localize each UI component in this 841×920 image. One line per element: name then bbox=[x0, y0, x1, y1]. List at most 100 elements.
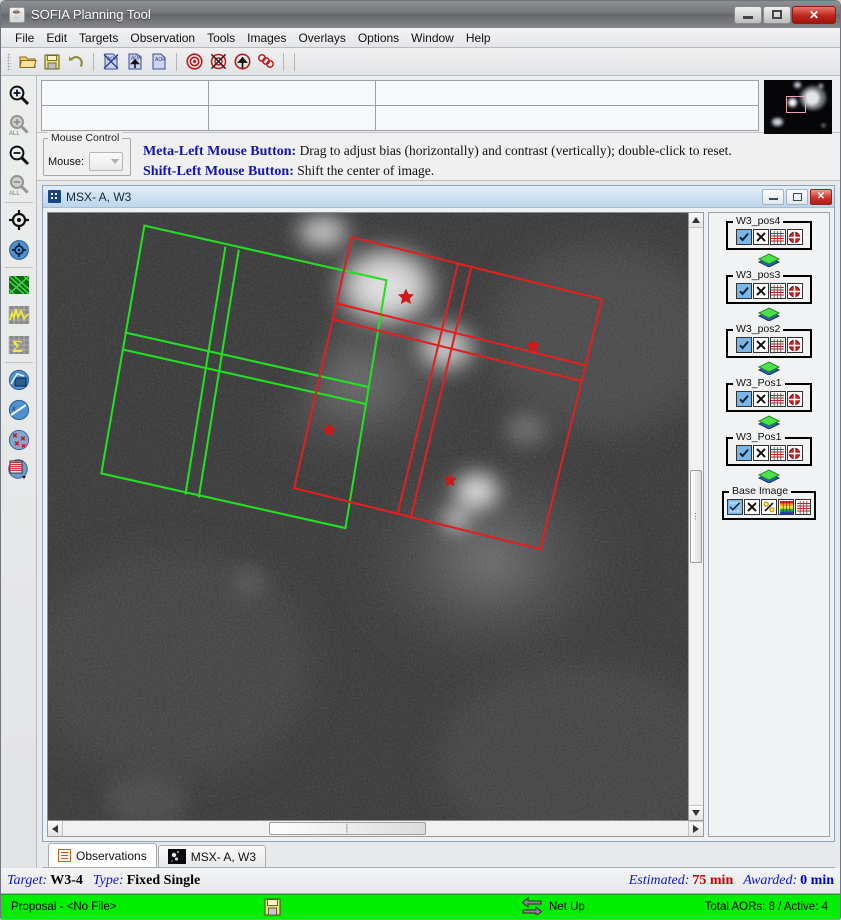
target-crosshair-icon[interactable] bbox=[786, 283, 803, 299]
layer-group-w3-pos4[interactable]: W3_pos4 bbox=[726, 215, 812, 250]
table-grid-icon[interactable] bbox=[769, 445, 786, 461]
new-aor-icon[interactable]: AOR bbox=[148, 51, 170, 73]
checkbox-checked-icon[interactable] bbox=[735, 337, 752, 353]
checkbox-checked-icon[interactable] bbox=[735, 229, 752, 245]
save-disk-icon[interactable] bbox=[264, 898, 281, 919]
save-disk-icon[interactable] bbox=[41, 51, 63, 73]
menu-targets[interactable]: Targets bbox=[73, 30, 124, 46]
menu-images[interactable]: Images bbox=[241, 30, 292, 46]
layer-group-w3-pos1-b[interactable]: W3_Pos1 bbox=[726, 431, 812, 466]
maximize-icon bbox=[772, 10, 782, 19]
internal-window-title: MSX- A, W3 bbox=[66, 189, 132, 204]
image-navigator-thumbnail[interactable] bbox=[764, 80, 832, 134]
checkbox-checked-icon[interactable] bbox=[735, 283, 752, 299]
layer-label: W3_Pos1 bbox=[733, 431, 785, 443]
target-crosshair-icon[interactable] bbox=[786, 445, 803, 461]
table-grid-icon[interactable] bbox=[795, 499, 811, 515]
vertical-scroll-track[interactable]: ⋮ bbox=[689, 228, 703, 805]
tab-msx-a-w3[interactable]: MSX- A, W3 bbox=[157, 845, 267, 867]
delete-target-icon[interactable] bbox=[207, 51, 229, 73]
grid-overlay-icon[interactable] bbox=[4, 270, 34, 300]
sky-image-canvas[interactable] bbox=[47, 212, 688, 821]
upload-aor-icon[interactable]: AOR bbox=[124, 51, 146, 73]
viewer-vertical-scrollbar[interactable]: ⋮ bbox=[688, 212, 704, 821]
internal-close-button[interactable]: ✕ bbox=[810, 188, 832, 205]
menu-window[interactable]: Window bbox=[405, 30, 460, 46]
zoom-in-icon[interactable] bbox=[4, 80, 34, 110]
menu-options[interactable]: Options bbox=[352, 30, 405, 46]
layer-group-w3-pos2[interactable]: W3_pos2 bbox=[726, 323, 812, 358]
table-grid-icon[interactable] bbox=[769, 229, 786, 245]
close-x-icon[interactable] bbox=[752, 391, 769, 407]
crosshair-center-icon[interactable] bbox=[4, 205, 34, 235]
mouse-mode-select[interactable] bbox=[89, 152, 124, 171]
horizontal-scroll-track[interactable]: ┆ bbox=[63, 821, 688, 836]
zoom-in-all-icon[interactable]: ALL bbox=[4, 110, 34, 140]
layers-list-icon[interactable] bbox=[4, 455, 34, 485]
checkbox-dotted-icon[interactable] bbox=[727, 499, 743, 515]
target-bullseye-icon[interactable] bbox=[183, 51, 205, 73]
close-x-icon[interactable] bbox=[752, 283, 769, 299]
scroll-up-arrow-icon[interactable] bbox=[689, 213, 703, 228]
tab-observations[interactable]: Observations bbox=[48, 843, 157, 867]
toolbar-separator bbox=[294, 52, 295, 71]
svg-text:Σ: Σ bbox=[12, 337, 23, 356]
layer-group-w3-pos1-a[interactable]: W3_Pos1 bbox=[726, 377, 812, 412]
link-chain-icon[interactable] bbox=[255, 51, 277, 73]
delete-aor-icon[interactable]: AOR bbox=[100, 51, 122, 73]
info-cell bbox=[41, 80, 209, 106]
proposal-status: Proposal - <No File> bbox=[11, 901, 117, 913]
checkbox-checked-icon[interactable] bbox=[735, 445, 752, 461]
table-grid-icon[interactable] bbox=[769, 337, 786, 353]
vertical-scroll-thumb[interactable]: ⋮ bbox=[690, 470, 702, 563]
percent-scale-icon[interactable] bbox=[761, 499, 777, 515]
close-x-icon[interactable] bbox=[752, 445, 769, 461]
scroll-left-arrow-icon[interactable] bbox=[48, 821, 63, 836]
internal-minimize-button[interactable] bbox=[762, 188, 784, 205]
upload-target-icon[interactable] bbox=[231, 51, 253, 73]
target-crosshair-icon[interactable] bbox=[786, 229, 803, 245]
open-folder-icon[interactable] bbox=[17, 51, 39, 73]
maximize-button[interactable] bbox=[763, 5, 791, 24]
scroll-right-arrow-icon[interactable] bbox=[688, 821, 703, 836]
menu-tools[interactable]: Tools bbox=[201, 30, 241, 46]
sky-image-svg bbox=[48, 213, 688, 820]
recenter-target-icon[interactable] bbox=[4, 235, 34, 265]
table-grid-icon[interactable] bbox=[769, 391, 786, 407]
plot-profile-icon[interactable] bbox=[4, 300, 34, 330]
zoom-out-all-icon[interactable]: ALL bbox=[4, 170, 34, 200]
menu-file[interactable]: File bbox=[9, 30, 40, 46]
cut-line-icon[interactable]: x bbox=[4, 395, 34, 425]
zoom-out-icon[interactable] bbox=[4, 140, 34, 170]
checkbox-checked-icon[interactable] bbox=[735, 391, 752, 407]
menu-help[interactable]: Help bbox=[460, 30, 497, 46]
close-button[interactable]: ✕ bbox=[792, 5, 836, 24]
color-table-icon[interactable] bbox=[778, 499, 794, 515]
application-window: ☕ SOFIA Planning Tool ✕ File Edit Target… bbox=[0, 0, 841, 920]
menu-observation[interactable]: Observation bbox=[124, 30, 201, 46]
region-select-icon[interactable] bbox=[4, 365, 34, 395]
target-crosshair-icon[interactable] bbox=[786, 337, 803, 353]
close-x-icon[interactable] bbox=[744, 499, 760, 515]
statistics-sigma-icon[interactable]: Σ bbox=[4, 330, 34, 360]
image-window-icon bbox=[48, 190, 61, 203]
toolbar-separator bbox=[176, 52, 177, 71]
minimize-button[interactable] bbox=[734, 5, 762, 24]
close-x-icon[interactable] bbox=[752, 229, 769, 245]
undo-arrow-icon[interactable] bbox=[65, 51, 87, 73]
menu-overlays[interactable]: Overlays bbox=[292, 30, 351, 46]
catalog-stars-icon[interactable]: ✖ ✖ ✖ ✖ bbox=[4, 425, 34, 455]
layer-group-base-image[interactable]: Base Image bbox=[722, 485, 816, 520]
awarded-key: Awarded: bbox=[743, 872, 798, 888]
layer-group-w3-pos3[interactable]: W3_pos3 bbox=[726, 269, 812, 304]
horizontal-scroll-thumb[interactable]: ┆ bbox=[269, 822, 426, 835]
scroll-down-arrow-icon[interactable] bbox=[689, 805, 703, 820]
target-crosshair-icon[interactable] bbox=[786, 391, 803, 407]
close-x-icon[interactable] bbox=[752, 337, 769, 353]
internal-restore-button[interactable] bbox=[786, 188, 808, 205]
menu-edit[interactable]: Edit bbox=[40, 30, 73, 46]
mouse-hint-text: Shift the center of image. bbox=[293, 163, 435, 178]
toolbar-grip[interactable] bbox=[7, 52, 11, 71]
viewer-horizontal-scrollbar[interactable]: ┆ bbox=[47, 821, 704, 837]
table-grid-icon[interactable] bbox=[769, 283, 786, 299]
